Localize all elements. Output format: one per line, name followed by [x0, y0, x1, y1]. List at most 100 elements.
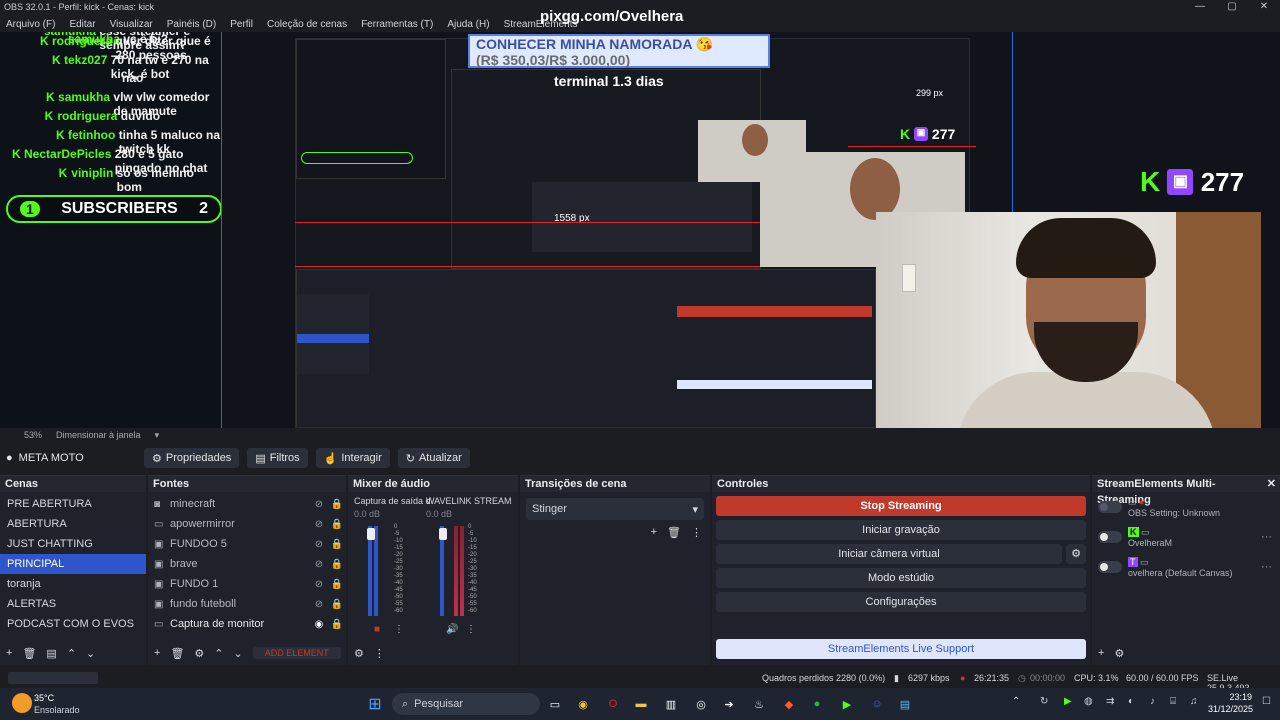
- gear-icon[interactable]: ⚙: [194, 647, 204, 660]
- mixer-settings-icon[interactable]: ⚙: [354, 647, 364, 660]
- eye-hidden-icon[interactable]: ⊘: [310, 599, 328, 610]
- menu-dots-icon[interactable]: ⋮: [394, 624, 404, 635]
- arrow-up-icon[interactable]: ⌃: [214, 647, 223, 660]
- tray-icon[interactable]: ◐: [1128, 696, 1134, 707]
- add-element-button[interactable]: ADD ELEMENT: [252, 647, 341, 659]
- menu-dots-icon[interactable]: ⋮: [374, 647, 385, 660]
- eye-hidden-icon[interactable]: ⊘: [310, 499, 328, 510]
- arrow-down-icon[interactable]: ⌄: [234, 647, 243, 660]
- scene-item[interactable]: ABERTURA: [0, 514, 146, 534]
- notification-icon[interactable]: ☐: [1262, 696, 1271, 707]
- close-icon[interactable]: ✕: [1267, 476, 1276, 492]
- eye-hidden-icon[interactable]: ⊘: [310, 559, 328, 570]
- eye-hidden-icon[interactable]: ⊘: [310, 519, 328, 530]
- taskbar-search[interactable]: ⌕ Pesquisar: [392, 693, 540, 715]
- properties-button[interactable]: ⚙ Propriedades: [144, 448, 240, 468]
- tray-chevron-icon[interactable]: ⌃: [1012, 696, 1020, 707]
- maximize-button[interactable]: ▢: [1216, 0, 1248, 14]
- app-icon[interactable]: ▥: [660, 693, 682, 715]
- source-item[interactable]: ▣ fundo futeboll ⊘ 🔒: [148, 594, 346, 614]
- status-tabs[interactable]: [8, 672, 98, 684]
- lock-icon[interactable]: 🔒: [328, 499, 346, 510]
- tray-icon[interactable]: ⇉: [1106, 696, 1114, 707]
- settings-button[interactable]: Configurações: [716, 592, 1086, 612]
- source-item[interactable]: ▣ FUNDO 1 ⊘ 🔒: [148, 574, 346, 594]
- more-icon[interactable]: ···: [1261, 561, 1280, 573]
- arrow-up-icon[interactable]: ⌃: [67, 647, 76, 660]
- add-icon[interactable]: +: [154, 647, 160, 659]
- volume-fader[interactable]: [439, 528, 447, 540]
- folder-icon[interactable]: ▬: [630, 693, 652, 715]
- network-icon[interactable]: ⌸: [1170, 696, 1176, 707]
- source-item[interactable]: ▣ brave ⊘ 🔒: [148, 554, 346, 574]
- chrome-icon[interactable]: ◉: [572, 693, 594, 715]
- windows-start-icon[interactable]: ⊞: [364, 693, 386, 715]
- start-recording-button[interactable]: Iniciar gravação: [716, 520, 1086, 540]
- scene-item[interactable]: PODCAST COM O EVOS: [0, 614, 146, 634]
- eye-hidden-icon[interactable]: ⊘: [310, 539, 328, 550]
- menu-docks[interactable]: Painéis (D): [167, 19, 216, 30]
- scene-item[interactable]: toranja: [0, 574, 146, 594]
- clock-time[interactable]: 23:19: [1212, 692, 1252, 702]
- eye-hidden-icon[interactable]: ⊘: [310, 579, 328, 590]
- resize-mode[interactable]: Dimensionar à janela: [56, 430, 141, 440]
- source-item[interactable]: ▭ apowermirror ⊘ 🔒: [148, 514, 346, 534]
- menu-scene-collection[interactable]: Coleção de cenas: [267, 19, 347, 30]
- trash-icon[interactable]: 🗑: [667, 526, 681, 539]
- close-button[interactable]: ✕: [1248, 0, 1280, 14]
- steam-icon[interactable]: ♨: [748, 693, 770, 715]
- add-icon[interactable]: +: [6, 647, 12, 659]
- menu-file[interactable]: Arquivo (F): [6, 19, 55, 30]
- gear-icon[interactable]: ⚙: [1066, 544, 1086, 564]
- menu-dots-icon[interactable]: ⋮: [466, 624, 476, 635]
- stream-toggle[interactable]: [1098, 561, 1122, 573]
- scene-item[interactable]: PRE ABERTURA: [0, 494, 146, 514]
- weather-temp[interactable]: 35°C: [34, 693, 54, 703]
- menu-view[interactable]: Visualizar: [110, 19, 153, 30]
- scene-item[interactable]: ALERTAS: [0, 594, 146, 614]
- gear-icon[interactable]: ⚙: [1114, 647, 1124, 660]
- lock-icon[interactable]: 🔒: [328, 599, 346, 610]
- spotify-icon[interactable]: ●: [806, 693, 828, 715]
- discord-icon[interactable]: ☺: [866, 693, 888, 715]
- brave-icon[interactable]: ◆: [778, 693, 800, 715]
- kick-icon[interactable]: ▶: [836, 693, 858, 715]
- transition-select[interactable]: Stinger ▾: [526, 498, 704, 520]
- filter-icon[interactable]: ▤: [46, 647, 56, 660]
- interact-button[interactable]: ☝ Interagir: [315, 448, 390, 468]
- opera-icon[interactable]: O: [602, 693, 624, 715]
- source-item[interactable]: ▣ FUNDOO 5 ⊘ 🔒: [148, 534, 346, 554]
- minimize-button[interactable]: —: [1184, 0, 1216, 14]
- stream-toggle[interactable]: [1098, 501, 1122, 513]
- menu-help[interactable]: Ajuda (H): [447, 19, 489, 30]
- lock-icon[interactable]: 🔒: [328, 559, 346, 570]
- tray-icon[interactable]: ▶: [1064, 696, 1072, 707]
- menu-edit[interactable]: Editar: [69, 19, 95, 30]
- add-icon[interactable]: +: [651, 526, 657, 539]
- speaker-icon[interactable]: 🔊: [446, 624, 458, 635]
- volume-icon[interactable]: ♫: [1190, 696, 1198, 707]
- filters-button[interactable]: ▤ Filtros: [247, 448, 308, 468]
- virtual-camera-button[interactable]: Iniciar câmera virtual: [716, 544, 1062, 564]
- speaker-muted-icon[interactable]: ■: [374, 624, 380, 635]
- zoom-level[interactable]: 53%: [24, 430, 42, 440]
- source-item[interactable]: ◙ minecraft ⊘ 🔒: [148, 494, 346, 514]
- eye-icon[interactable]: ◉: [310, 619, 328, 630]
- app-icon[interactable]: ➔: [718, 693, 740, 715]
- volume-fader[interactable]: [367, 528, 375, 540]
- task-view-icon[interactable]: ▭: [544, 693, 566, 715]
- refresh-button[interactable]: ↻ Atualizar: [397, 448, 470, 468]
- lock-icon[interactable]: 🔒: [328, 579, 346, 590]
- app-icon[interactable]: ▤: [894, 693, 916, 715]
- live-support-button[interactable]: StreamElements Live Support: [716, 639, 1086, 659]
- lock-icon[interactable]: 🔒: [328, 519, 346, 530]
- obs-icon[interactable]: ◎: [690, 693, 712, 715]
- menu-dots-icon[interactable]: ⋮: [691, 526, 702, 539]
- preview-canvas[interactable]: samukha esse streamer é sempre assim? sa…: [0, 32, 1280, 428]
- studio-mode-button[interactable]: Modo estúdio: [716, 568, 1086, 588]
- scene-item[interactable]: JUST CHATTING: [0, 534, 146, 554]
- menu-profile[interactable]: Perfil: [230, 19, 253, 30]
- microphone-icon[interactable]: ♪: [1150, 696, 1155, 707]
- add-icon[interactable]: +: [1098, 647, 1104, 659]
- scene-item-selected[interactable]: PRINCIPAL: [0, 554, 146, 574]
